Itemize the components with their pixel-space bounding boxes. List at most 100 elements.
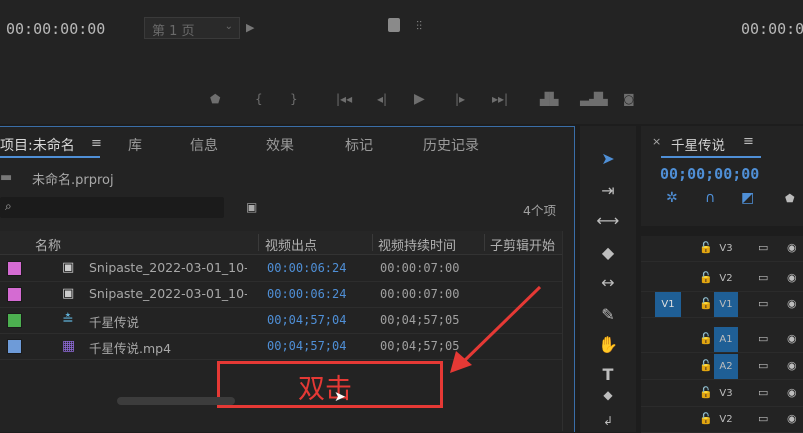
hand-tool-icon[interactable]: ✋ [596,334,620,356]
timeline-timecode[interactable]: 00;00;00;00 [660,165,759,183]
track-label[interactable]: V1 [714,292,738,317]
tab-effects[interactable]: 效果 [266,135,294,155]
image-icon: ▣ [62,286,75,301]
play-icon[interactable]: ▶ [414,91,425,107]
go-to-in-icon[interactable]: |◂◂ [336,92,352,106]
marker-icon[interactable]: ⬟ [210,92,220,106]
search-icon: ⌕ [5,199,12,213]
eye-icon[interactable]: ◉ [787,332,797,345]
chevron-down-icon: ⌄ [224,21,233,32]
eye-icon[interactable]: ◉ [787,297,797,310]
lock-icon[interactable]: 🔓 [699,241,713,254]
sync-lock-icon[interactable]: ▭ [758,241,768,254]
item-name: 千星传说 [89,315,140,330]
sync-lock-icon[interactable]: ▭ [758,297,768,310]
eye-icon[interactable]: ◉ [787,412,797,425]
tab-project[interactable]: 项目:未命名 [0,135,75,155]
eye-icon[interactable]: ◉ [787,386,797,399]
new-bin-icon[interactable]: ▣ [246,200,257,214]
column-video-duration[interactable]: 视频持续时间 [378,235,456,254]
track-label[interactable]: A2 [714,354,738,379]
export-frame-icon[interactable] [388,18,400,32]
tool-extra-icon[interactable]: ↲ [596,410,620,432]
mark-out-icon[interactable]: } [290,92,298,106]
track-label[interactable]: V2 [714,266,738,291]
tab-library[interactable]: 库 [128,135,142,155]
razor-tool-icon[interactable]: ◆ [596,242,620,264]
horizontal-scrollbar[interactable] [117,397,235,405]
close-icon[interactable]: × [652,135,661,148]
column-header-row: 名称 视频出点 视频持续时间 子剪辑开始 [0,231,562,255]
insert-icon[interactable]: ▟▙ [540,92,558,106]
program-timecode[interactable]: 00:00:00 [741,20,803,38]
track-header[interactable]: 🔓 A2 ▭ ◉ [641,354,803,380]
label-color-swatch[interactable] [7,313,22,328]
column-subclip-start[interactable]: 子剪辑开始 [490,235,562,254]
label-color-swatch[interactable] [7,261,22,276]
mark-in-icon[interactable]: { [255,92,263,106]
label-color-swatch[interactable] [7,287,22,302]
track-label[interactable]: V3 [714,381,738,406]
track-header[interactable]: V1 🔓 V1 ▭ ◉ [641,292,803,318]
hamburger-menu-icon[interactable]: ≡ [91,136,102,151]
source-patch[interactable]: V1 [655,292,681,317]
slip-tool-icon[interactable]: ↔ [596,272,620,294]
item-name: 千星传说.mp4 [89,341,172,356]
track-label[interactable]: A1 [714,327,738,352]
track-label[interactable]: V2 [714,407,738,432]
lock-icon[interactable]: 🔓 [699,332,713,345]
sync-lock-icon[interactable]: ▭ [758,332,768,345]
tool-flyout-icon[interactable]: ◆ [596,384,620,406]
snap-icon[interactable]: ∩ [705,190,715,206]
tab-history[interactable]: 历史记录 [423,135,479,155]
column-video-out[interactable]: 视频出点 [265,235,317,254]
track-header[interactable]: 🔓 V2 ▭ ◉ [641,407,803,433]
selection-tool-icon[interactable]: ➤ [596,148,620,170]
linked-selection-icon[interactable]: ◩ [741,190,754,206]
page-select[interactable]: 第 1 页 ⌄ [144,17,240,39]
go-to-out-icon[interactable]: ▸▸| [492,92,508,106]
tab-info[interactable]: 信息 [190,135,218,155]
track-header[interactable]: 🔓 V3 ▭ ◉ [641,236,803,262]
track-header[interactable]: 🔓 A1 ▭ ◉ [641,327,803,353]
sync-lock-icon[interactable]: ▭ [758,271,768,284]
eye-icon[interactable]: ◉ [787,359,797,372]
tools-panel: ➤ ⇥ ⟷ ◆ ↔ ✎ ✋ T ◆ ↲ [580,126,636,432]
source-timecode[interactable]: 00:00:00:00 [6,20,105,38]
lock-icon[interactable]: 🔓 [699,386,713,399]
label-color-swatch[interactable] [7,339,22,354]
lock-icon[interactable]: 🔓 [699,359,713,372]
eye-icon[interactable]: ◉ [787,271,797,284]
add-marker-icon[interactable]: ⬟ [785,192,795,205]
overwrite-icon[interactable]: ▃▟▙ [580,92,608,106]
column-name[interactable]: 名称 [35,235,61,254]
annotation-box: 双击 [217,361,443,408]
project-panel: 项目:未命名 ≡ 库 信息 效果 标记 历史记录 ▬ 未命名.prproj ⌕ … [0,126,575,432]
track-header[interactable]: 🔓 V2 ▭ ◉ [641,266,803,292]
sync-lock-icon[interactable]: ▭ [758,386,768,399]
lock-icon[interactable]: 🔓 [699,412,713,425]
sync-lock-icon[interactable]: ▭ [758,359,768,372]
play-triangle-icon[interactable]: ▶ [246,21,254,34]
sync-lock-icon[interactable]: ▭ [758,412,768,425]
track-select-tool-icon[interactable]: ⇥ [596,180,620,202]
track-header[interactable]: 🔓 V3 ▭ ◉ [641,381,803,407]
waveform-icon[interactable]: ⫶⫶ [416,19,422,34]
type-tool-icon[interactable]: T [596,364,620,386]
nest-icon[interactable]: ✲ [666,190,678,206]
tab-markers[interactable]: 标记 [345,135,373,155]
step-back-icon[interactable]: ◂| [377,92,387,106]
timeline-menu-icon[interactable]: ≡ [743,134,754,149]
image-icon: ▣ [62,260,75,275]
step-forward-icon[interactable]: |▸ [455,92,465,106]
eye-icon[interactable]: ◉ [787,241,797,254]
video-out-value: 00;04;57;04 [267,339,347,353]
lock-icon[interactable]: 🔓 [699,297,713,310]
search-input[interactable]: ⌕ [0,197,224,218]
pen-tool-icon[interactable]: ✎ [596,304,620,326]
ripple-edit-tool-icon[interactable]: ⟷ [596,210,620,232]
track-label[interactable]: V3 [714,236,738,261]
lock-icon[interactable]: 🔓 [699,271,713,284]
sequence-tab[interactable]: 千星传说 [671,134,725,154]
camera-icon[interactable]: ◙ [623,92,635,106]
